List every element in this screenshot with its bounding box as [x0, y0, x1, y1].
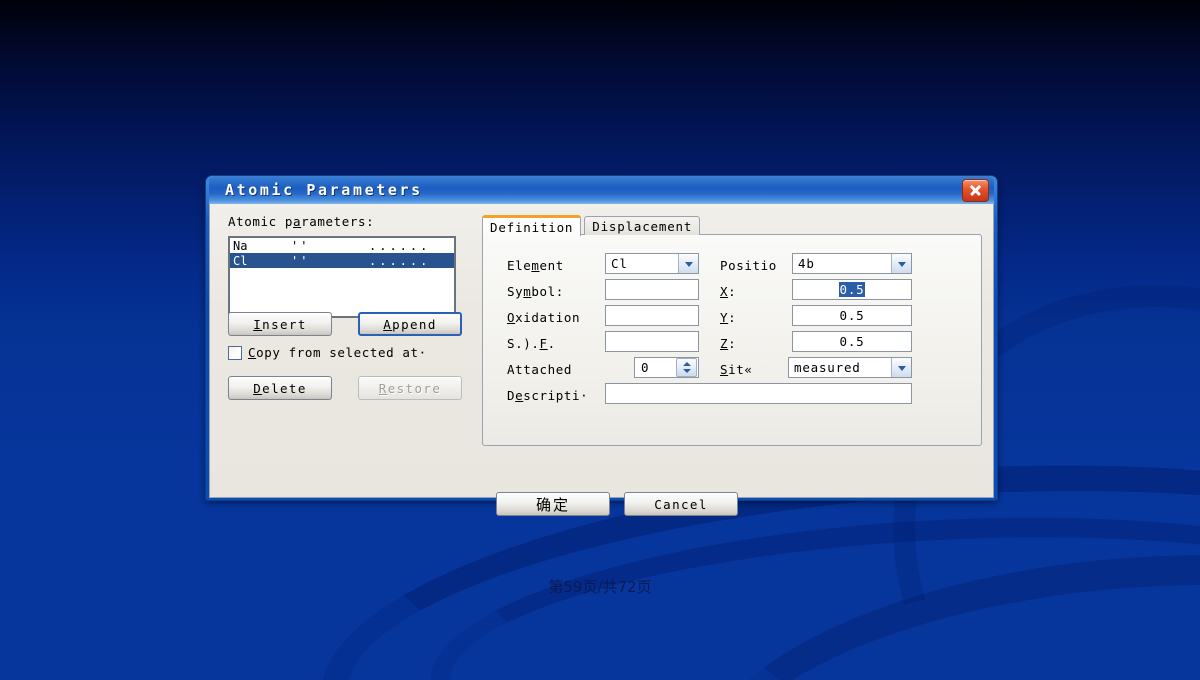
list-item[interactable]: Na '' ......	[230, 238, 454, 253]
position-label: Positio	[720, 258, 777, 273]
tabstrip: Definition Displacement	[482, 214, 982, 236]
oxidation-input[interactable]	[605, 305, 699, 326]
chevron-down-icon[interactable]	[891, 358, 911, 377]
dialog-body: Atomic parameters: Na '' ...... Cl '' ..…	[209, 204, 994, 516]
append-button-label: ppend	[392, 316, 437, 332]
x-label-accel: X	[720, 284, 729, 299]
site-combobox-value: measured	[794, 360, 861, 375]
list-item-quote: ''	[291, 253, 310, 268]
copy-label-ellipsis: ·	[418, 345, 427, 360]
x-input[interactable]: 0.5	[792, 279, 912, 300]
site-combobox[interactable]: measured	[788, 357, 912, 378]
list-item-dots: ......	[369, 238, 431, 253]
attached-label: Attached	[507, 362, 573, 377]
x-label: X:	[720, 284, 736, 299]
ok-button[interactable]: 确定	[496, 492, 610, 516]
append-button-accel: A	[383, 316, 393, 332]
attached-stepper-value: 0	[641, 360, 649, 375]
dialog-titlebar[interactable]: Atomic Parameters	[209, 176, 994, 204]
append-button[interactable]: Append	[358, 312, 462, 336]
z-label-post: :	[728, 336, 737, 351]
symbol-label-post: bol:	[531, 284, 564, 299]
close-icon[interactable]	[962, 179, 989, 202]
insert-button-accel: I	[253, 316, 263, 332]
list-item-element: Na	[233, 238, 248, 253]
tab-displacement[interactable]: Displacement	[584, 216, 701, 235]
atomic-parameters-label: Atomic parameters:	[228, 214, 465, 229]
label-pre: Atomic p	[228, 214, 294, 229]
position-combobox[interactable]: 4b	[792, 253, 912, 274]
z-label: Z:	[720, 336, 736, 351]
sof-label-pre: S.).	[507, 336, 540, 351]
delete-button[interactable]: Delete	[228, 376, 332, 400]
element-combobox[interactable]: Cl	[605, 253, 699, 274]
restore-button-label: estore	[387, 380, 442, 396]
element-label-post: ent	[539, 258, 564, 273]
x-label-post: :	[728, 284, 737, 299]
element-label-accel: m	[531, 258, 540, 273]
element-combobox-value: Cl	[611, 256, 628, 271]
site-label: Sit«	[720, 362, 753, 377]
sof-input[interactable]	[605, 331, 699, 352]
element-label: Element	[507, 258, 564, 273]
site-label-post: it«	[728, 362, 753, 377]
symbol-label: Symbol:	[507, 284, 564, 299]
chevron-down-icon[interactable]	[891, 254, 911, 273]
atom-list-pane: Atomic parameters: Na '' ...... Cl '' ..…	[228, 214, 465, 318]
oxidation-label: Oxidation	[507, 310, 580, 325]
spinner-arrows-icon[interactable]	[676, 358, 697, 377]
description-label-post: scripti·	[523, 388, 589, 403]
z-input[interactable]: 0.5	[792, 331, 912, 352]
symbol-input[interactable]	[605, 279, 699, 300]
cancel-button[interactable]: Cancel	[624, 492, 738, 516]
y-label: Y:	[720, 310, 736, 325]
background-swoosh-3	[684, 518, 1200, 680]
list-item[interactable]: Cl '' ......	[230, 253, 454, 268]
list-item-dots: ......	[369, 253, 431, 268]
oxidation-label-post: xidation	[515, 310, 581, 325]
copy-from-selected-row[interactable]: Copy from selected at·	[228, 345, 427, 360]
label-post: rameters:	[301, 214, 375, 229]
position-combobox-value: 4b	[798, 256, 815, 271]
insert-button-label: nsert	[262, 316, 307, 332]
site-label-accel: S	[720, 362, 729, 377]
element-label-pre: Ele	[507, 258, 532, 273]
chevron-down-icon[interactable]	[678, 254, 698, 273]
z-label-accel: Z	[720, 336, 729, 351]
copy-from-selected-label: Copy from selected at·	[248, 345, 427, 360]
oxidation-label-accel: O	[507, 310, 516, 325]
copy-label-text: opy from selected at	[256, 345, 419, 360]
insert-button[interactable]: Insert	[228, 312, 332, 336]
sof-label: S.).F.	[507, 336, 556, 351]
label-accel: a	[293, 214, 302, 229]
slide-canvas: 第59页/共72页 Atomic Parameters Atomic param…	[0, 0, 1200, 680]
dialog-title: Atomic Parameters	[225, 181, 423, 199]
sof-label-post: .	[547, 336, 556, 351]
copy-label-accel: C	[248, 345, 257, 360]
y-label-accel: Y	[720, 310, 729, 325]
restore-button: Restore	[358, 376, 462, 400]
tab-definition[interactable]: Definition	[482, 215, 582, 236]
y-label-post: :	[728, 310, 737, 325]
copy-from-selected-checkbox[interactable]	[228, 345, 242, 360]
atom-listbox[interactable]: Na '' ...... Cl '' ......	[228, 236, 456, 318]
definition-tab-panel: Element Cl Symbol: Oxidation S.).F. Atta…	[482, 234, 982, 446]
x-input-value: 0.5	[838, 282, 866, 297]
y-input[interactable]: 0.5	[792, 305, 912, 326]
restore-button-accel: R	[378, 380, 388, 396]
atomic-parameters-dialog: Atomic Parameters Atomic parameters: Na …	[205, 175, 998, 516]
list-item-element: Cl	[233, 253, 248, 268]
list-item-quote: ''	[291, 238, 310, 253]
delete-button-accel: D	[253, 380, 263, 396]
sof-label-accel: F	[539, 336, 548, 351]
parameters-tab-pane: Definition Displacement Element Cl Symbo…	[482, 214, 982, 446]
description-input[interactable]	[605, 383, 912, 404]
description-label: Descripti·	[507, 388, 588, 403]
ok-button-label: 确定	[535, 495, 570, 514]
symbol-label-pre: Sy	[507, 284, 524, 299]
description-label-pre: D	[507, 388, 516, 403]
delete-button-label: elete	[262, 380, 307, 396]
page-indicator: 第59页/共72页	[548, 578, 652, 596]
attached-stepper[interactable]: 0	[634, 357, 699, 378]
